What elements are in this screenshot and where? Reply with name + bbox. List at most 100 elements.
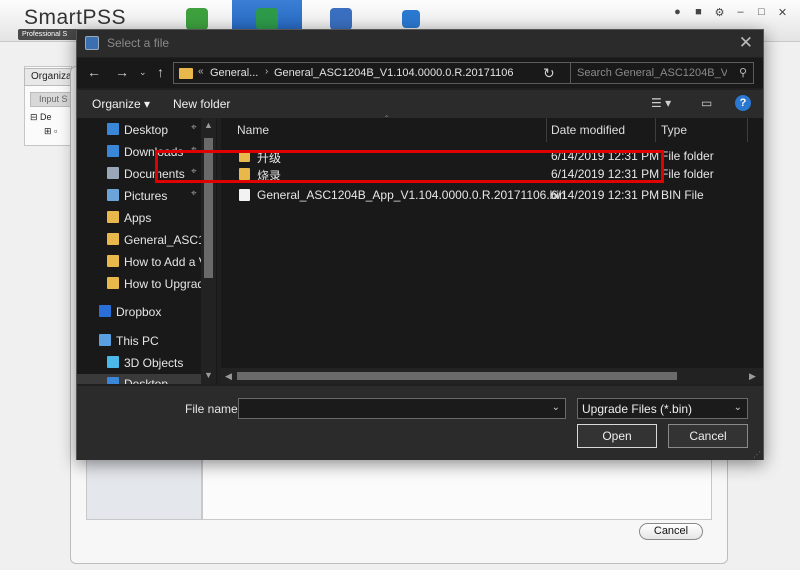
file-type: BIN File bbox=[661, 188, 704, 202]
breadcrumb-overflow-icon[interactable]: « bbox=[198, 66, 204, 77]
breadcrumb-chevron-icon[interactable]: › bbox=[265, 66, 268, 77]
recent-locations-icon[interactable]: ⌄ bbox=[139, 67, 147, 78]
app-cancel-button[interactable]: Cancel bbox=[639, 523, 703, 540]
nav-item-label: How to Upgrade bbox=[124, 277, 203, 291]
file-name: General_ASC1204B_App_V1.104.0000.0.R.201… bbox=[257, 188, 566, 202]
horizontal-scroll-thumb[interactable] bbox=[237, 372, 677, 380]
app-inner-content bbox=[202, 458, 712, 520]
breadcrumb-parent[interactable]: General... bbox=[210, 67, 258, 79]
file-name-dropdown-icon[interactable]: ⌄ bbox=[552, 402, 560, 413]
nav-item-label: How to Add a VT bbox=[124, 255, 203, 269]
nav-item[interactable]: Desktop ⌖ bbox=[77, 120, 203, 140]
minimize-icon[interactable]: – bbox=[735, 6, 746, 19]
sort-caret-icon: ˆ bbox=[385, 115, 389, 126]
refresh-icon[interactable]: ↻ bbox=[543, 65, 555, 82]
user-icon[interactable]: ● bbox=[672, 6, 683, 19]
nav-item[interactable]: Apps bbox=[77, 208, 203, 228]
column-header-type[interactable]: Type bbox=[661, 118, 687, 142]
scroll-down-icon[interactable]: ▼ bbox=[204, 370, 213, 380]
resize-grip-icon[interactable]: ⋰ bbox=[753, 450, 761, 459]
nav-item-label: Desktop bbox=[124, 123, 169, 137]
breadcrumb-current[interactable]: General_ASC1204B_V1.104.0000.0.R.2017110… bbox=[274, 67, 514, 79]
nav-item-label: 3D Objects bbox=[124, 356, 184, 370]
plus-icon bbox=[402, 10, 420, 28]
nav-item-label: Pictures bbox=[124, 189, 168, 203]
brand-logo: SmartPSS bbox=[24, 6, 127, 29]
select-file-dialog: Select a file ✕ ← → ⌄ ↑ « General... › G… bbox=[76, 29, 764, 460]
organization-tab[interactable]: Organiza bbox=[24, 68, 76, 86]
search-box[interactable]: ⚲ bbox=[570, 62, 754, 84]
nav-item[interactable]: How to Upgrade bbox=[77, 274, 203, 294]
nav-item[interactable]: 3D Objects bbox=[77, 353, 203, 373]
scroll-left-icon[interactable]: ◀ bbox=[225, 371, 232, 382]
desktop-icon bbox=[107, 123, 119, 135]
folder-icon bbox=[107, 233, 119, 245]
view-options-icon[interactable]: ☰ ▾ bbox=[651, 96, 671, 110]
nav-item-label: Dropbox bbox=[116, 305, 162, 319]
column-header-name[interactable]: Name bbox=[237, 118, 269, 142]
maximize-icon[interactable]: □ bbox=[756, 6, 767, 19]
search-input[interactable] bbox=[577, 65, 727, 81]
dialog-titlebar: Select a file ✕ bbox=[77, 30, 763, 57]
preview-pane-icon[interactable]: ▭ bbox=[701, 96, 712, 110]
navigation-bar: ← → ⌄ ↑ « General... › General_ASC1204B_… bbox=[77, 58, 763, 88]
nav-item-label: Apps bbox=[124, 211, 152, 225]
nav-item-label: General_ASC1204 bbox=[124, 233, 203, 247]
nav-item[interactable]: This PC bbox=[77, 331, 203, 351]
computer-icon bbox=[99, 334, 111, 346]
folder-icon bbox=[107, 277, 119, 289]
address-bar[interactable]: « General... › General_ASC1204B_V1.104.0… bbox=[173, 62, 607, 84]
column-header-date[interactable]: Date modified bbox=[551, 118, 625, 142]
brand-subtitle: Professional S bbox=[18, 29, 80, 40]
cancel-button[interactable]: Cancel bbox=[668, 424, 748, 448]
dialog-app-icon bbox=[85, 36, 99, 50]
folder-icon bbox=[107, 255, 119, 267]
scroll-up-icon[interactable]: ▲ bbox=[204, 120, 213, 130]
cube-icon bbox=[107, 356, 119, 368]
forward-icon[interactable]: → bbox=[115, 64, 129, 80]
file-type: File folder bbox=[661, 167, 714, 181]
dialog-close-icon[interactable]: ✕ bbox=[739, 33, 753, 53]
new-folder-button[interactable]: New folder bbox=[173, 97, 230, 111]
pin-icon: ⌖ bbox=[191, 188, 197, 199]
dialog-title: Select a file bbox=[107, 36, 170, 50]
tree-root-label: De bbox=[40, 112, 52, 122]
back-icon[interactable]: ← bbox=[87, 64, 101, 80]
file-type: File folder bbox=[661, 149, 714, 163]
picture-icon bbox=[107, 189, 119, 201]
nav-item[interactable]: Pictures ⌖ bbox=[77, 186, 203, 206]
column-divider[interactable] bbox=[655, 118, 656, 142]
camera-icon bbox=[330, 8, 352, 30]
open-button[interactable]: Open bbox=[577, 424, 657, 448]
nav-item[interactable]: Dropbox bbox=[77, 302, 203, 322]
file-type-dropdown-icon[interactable]: ⌄ bbox=[734, 402, 742, 413]
dialog-footer: File name: ⌄ Upgrade Files (*.bin) ⌄ Ope… bbox=[77, 386, 763, 460]
column-divider[interactable] bbox=[747, 118, 748, 142]
highlight-annotation-box bbox=[155, 150, 664, 183]
settings-icon[interactable]: ⚙ bbox=[714, 6, 725, 19]
organize-menu[interactable]: Organize ▾ bbox=[92, 97, 150, 111]
download-icon bbox=[107, 145, 119, 157]
file-name-combobox[interactable]: ⌄ bbox=[238, 398, 566, 419]
file-row[interactable]: General_ASC1204B_App_V1.104.0000.0.R.201… bbox=[221, 185, 741, 205]
up-icon[interactable]: ↑ bbox=[157, 64, 164, 80]
horizontal-scrollbar[interactable]: ◀ ▶ bbox=[221, 368, 763, 384]
lock-icon[interactable]: ■ bbox=[693, 6, 704, 19]
scroll-right-icon[interactable]: ▶ bbox=[749, 371, 756, 382]
file-type-select[interactable]: Upgrade Files (*.bin) ⌄ bbox=[577, 398, 748, 419]
pin-icon: ⌖ bbox=[191, 122, 197, 133]
app-window-controls: ● ■ ⚙ – □ ✕ bbox=[672, 6, 788, 19]
file-date: 6/14/2019 12:31 PM bbox=[551, 188, 660, 202]
nav-item[interactable]: General_ASC1204 bbox=[77, 230, 203, 250]
file-name-input[interactable] bbox=[239, 399, 544, 418]
nav-item[interactable]: Desktop bbox=[77, 374, 203, 384]
device-tree-root[interactable]: ⊟ De bbox=[30, 112, 52, 123]
column-divider[interactable] bbox=[546, 118, 547, 142]
nav-item[interactable]: How to Add a VT bbox=[77, 252, 203, 272]
app-close-icon[interactable]: ✕ bbox=[777, 6, 788, 19]
app-inner-list bbox=[86, 458, 202, 520]
device-tree-child[interactable]: ⊞ ▫ bbox=[44, 126, 57, 137]
desktop-icon bbox=[107, 377, 119, 384]
help-icon[interactable]: ? bbox=[735, 95, 751, 111]
nav-item-label: This PC bbox=[116, 334, 159, 348]
